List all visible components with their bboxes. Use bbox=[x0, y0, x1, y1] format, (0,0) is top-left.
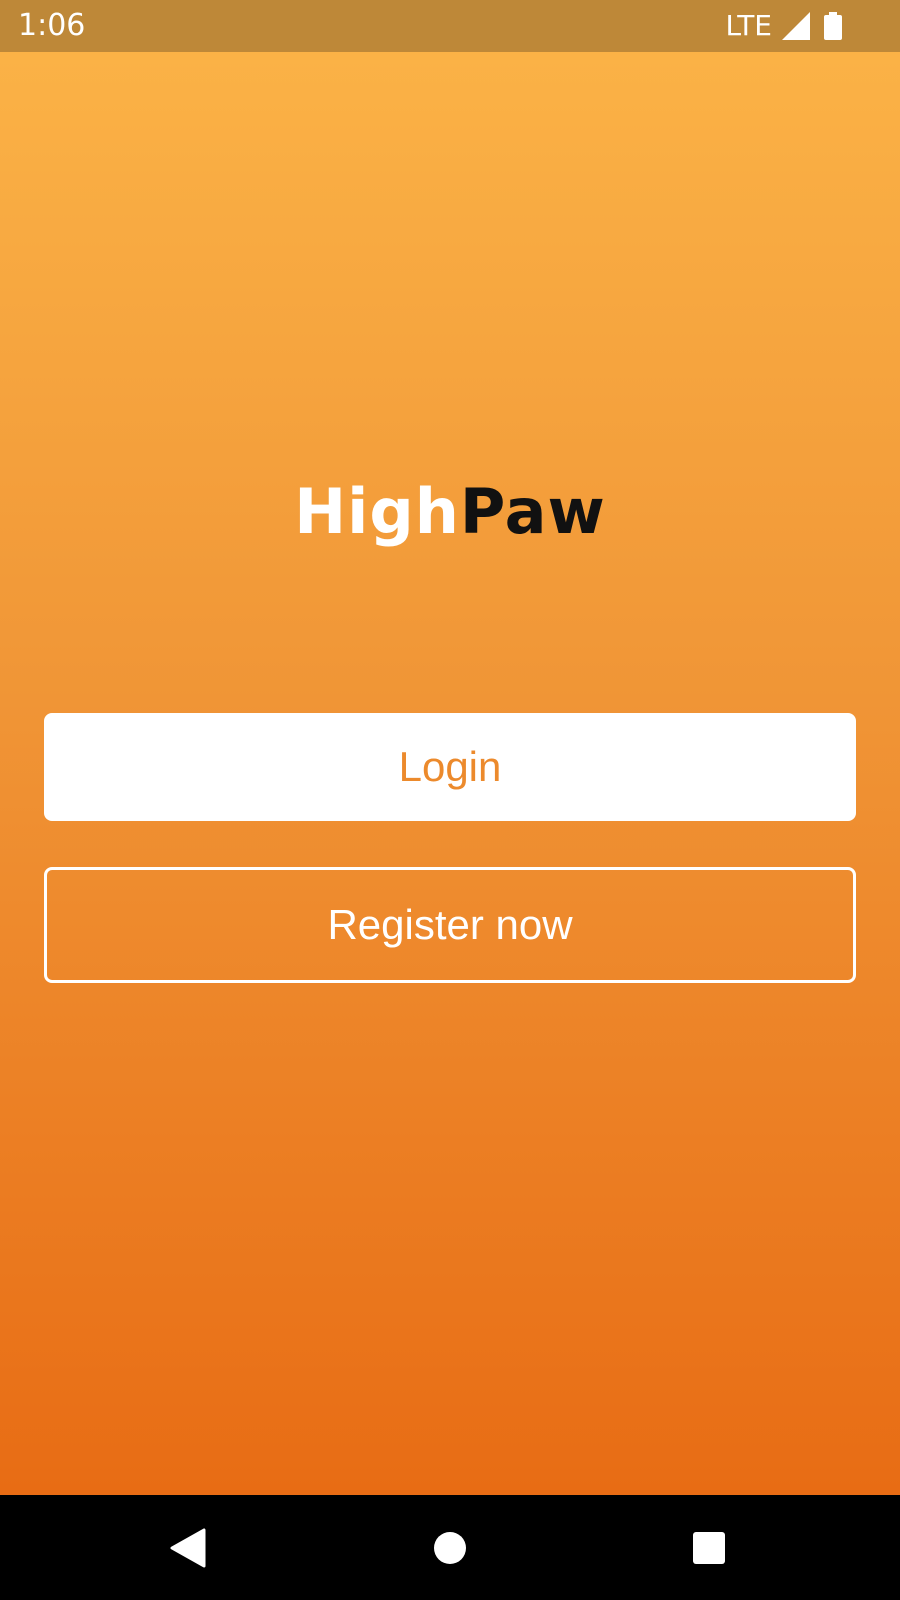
recents-button[interactable] bbox=[684, 1523, 734, 1573]
network-type: LTE bbox=[725, 9, 772, 42]
app-logo: HighPaw bbox=[0, 472, 900, 552]
welcome-screen: HighPaw Login Register now bbox=[0, 52, 900, 1495]
signal-icon bbox=[782, 12, 810, 40]
status-time: 1:06 bbox=[18, 8, 86, 43]
app-screen: 1:06 LTE HighPaw Login Register now bbox=[0, 0, 900, 1600]
logo-part-paw: Paw bbox=[459, 475, 606, 548]
login-button[interactable]: Login bbox=[44, 713, 856, 821]
battery-icon bbox=[824, 12, 842, 40]
register-button[interactable]: Register now bbox=[44, 867, 856, 983]
back-icon bbox=[170, 1528, 206, 1568]
recents-icon bbox=[693, 1532, 725, 1564]
status-bar: 1:06 LTE bbox=[0, 0, 900, 52]
back-button[interactable] bbox=[163, 1523, 213, 1573]
home-icon bbox=[434, 1532, 466, 1564]
navigation-bar bbox=[0, 1495, 900, 1600]
home-button[interactable] bbox=[425, 1523, 475, 1573]
status-indicators: LTE bbox=[725, 10, 842, 42]
logo-part-high: High bbox=[294, 475, 460, 548]
